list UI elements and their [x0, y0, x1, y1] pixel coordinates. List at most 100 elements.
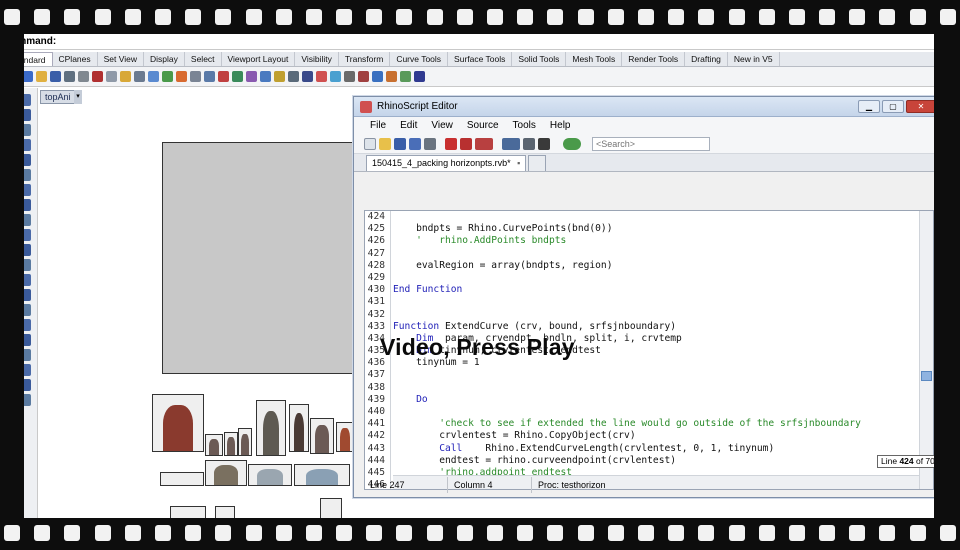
- toolbar-tool-icon[interactable]: [260, 71, 271, 82]
- code-line[interactable]: 431: [368, 296, 919, 308]
- code-line[interactable]: 427: [368, 248, 919, 260]
- main-tab-visibility[interactable]: Visibility: [295, 52, 339, 66]
- main-tab-select[interactable]: Select: [185, 52, 222, 66]
- toolbar-tool-icon[interactable]: [134, 71, 145, 82]
- film-perforation: [879, 9, 896, 25]
- code-line[interactable]: 430 End Function: [368, 284, 919, 296]
- film-perforation: [728, 525, 745, 541]
- cut-icon[interactable]: [445, 137, 457, 150]
- toolbar-tool-icon[interactable]: [330, 71, 341, 82]
- plugin-icon[interactable]: [563, 137, 581, 150]
- toolbar-tool-icon[interactable]: [176, 71, 187, 82]
- code-line[interactable]: 439 Do: [368, 394, 919, 406]
- paste-icon[interactable]: [475, 137, 493, 150]
- menu-tools[interactable]: Tools: [513, 120, 536, 131]
- image-thumbnail: [205, 434, 223, 456]
- toolbar-tool-icon[interactable]: [358, 71, 369, 82]
- main-tab-set-view[interactable]: Set View: [98, 52, 145, 66]
- tab-close-icon[interactable]: ▪: [517, 158, 520, 168]
- menu-view[interactable]: View: [431, 120, 453, 131]
- indent-icon[interactable]: [523, 137, 535, 150]
- toolbar-tool-icon[interactable]: [400, 71, 411, 82]
- find-icon[interactable]: [502, 137, 520, 150]
- code-line[interactable]: 425 bndpts = Rhino.CurvePoints(bnd(0)): [368, 223, 919, 235]
- main-tab-drafting[interactable]: Drafting: [685, 52, 728, 66]
- vertical-scrollbar[interactable]: [919, 211, 933, 489]
- main-tab-render-tools[interactable]: Render Tools: [622, 52, 686, 66]
- video-overlay-caption[interactable]: Video, Press Play: [380, 334, 575, 361]
- code-line[interactable]: 441 'check to see if extended the line w…: [368, 418, 919, 430]
- main-tab-cplanes[interactable]: CPlanes: [53, 52, 98, 66]
- toolbar-tool-icon[interactable]: [246, 71, 257, 82]
- toolbar-tool-icon[interactable]: [120, 71, 131, 82]
- viewport-menu-arrow-icon[interactable]: ▾: [74, 90, 82, 104]
- toolbar-tool-icon[interactable]: [386, 71, 397, 82]
- code-line[interactable]: 437: [368, 369, 919, 381]
- code-line[interactable]: 438: [368, 382, 919, 394]
- film-strip-top: [0, 0, 960, 34]
- menu-help[interactable]: Help: [550, 120, 571, 131]
- menu-source[interactable]: Source: [467, 120, 499, 131]
- close-button[interactable]: ✕: [906, 100, 936, 113]
- command-bar[interactable]: Command:: [0, 34, 960, 50]
- print-icon[interactable]: [424, 137, 436, 150]
- toolbar-tool-icon[interactable]: [64, 71, 75, 82]
- toolbar-tool-icon[interactable]: [274, 71, 285, 82]
- toolbar-tool-icon[interactable]: [36, 71, 47, 82]
- toolbar-tool-icon[interactable]: [50, 71, 61, 82]
- code-line[interactable]: 426 ' rhino.AddPoints bndpts: [368, 235, 919, 247]
- code-line[interactable]: 444 endtest = rhino.curveendpoint(crvlen…: [368, 455, 919, 467]
- copy-icon[interactable]: [460, 137, 472, 150]
- viewport-tab-topani[interactable]: topAni: [40, 90, 76, 104]
- main-tab-new-in-v5[interactable]: New in V5: [728, 52, 780, 66]
- code-line[interactable]: 442 crvlentest = Rhino.CopyObject(crv): [368, 430, 919, 442]
- code-line[interactable]: 432: [368, 309, 919, 321]
- file-tab-active[interactable]: 150415_4_packing horizonpts.rvb* ▪: [366, 155, 527, 171]
- toolbar-tool-icon[interactable]: [162, 71, 173, 82]
- toolbar-tool-icon[interactable]: [288, 71, 299, 82]
- editor-menu-bar: File Edit View Source Tools Help: [354, 117, 942, 134]
- toolbar-tool-icon[interactable]: [218, 71, 229, 82]
- minimize-button[interactable]: ▁: [858, 100, 880, 113]
- toolbar-tool-icon[interactable]: [92, 71, 103, 82]
- toolbar-tool-icon[interactable]: [204, 71, 215, 82]
- main-tab-curve-tools[interactable]: Curve Tools: [390, 52, 449, 66]
- code-line[interactable]: 428 evalRegion = array(bndpts, region): [368, 260, 919, 272]
- new-tab-button[interactable]: [528, 155, 547, 171]
- main-tab-transform[interactable]: Transform: [339, 52, 391, 66]
- outdent-icon[interactable]: [538, 137, 550, 150]
- toolbar-tool-icon[interactable]: [78, 71, 89, 82]
- toolbar-tool-icon[interactable]: [106, 71, 117, 82]
- main-tab-mesh-tools[interactable]: Mesh Tools: [566, 52, 623, 66]
- editor-search-input[interactable]: [592, 136, 710, 151]
- menu-file[interactable]: File: [370, 120, 386, 131]
- menu-edit[interactable]: Edit: [400, 120, 417, 131]
- toolbar-tool-icon[interactable]: [148, 71, 159, 82]
- save-all-icon[interactable]: [409, 137, 421, 150]
- main-tab-display[interactable]: Display: [144, 52, 185, 66]
- toolbar-tool-icon[interactable]: [190, 71, 201, 82]
- code-line[interactable]: 443 Call Rhino.ExtendCurveLength(crvlent…: [368, 443, 919, 455]
- toolbar-tool-icon[interactable]: [316, 71, 327, 82]
- main-tab-viewport-layout[interactable]: Viewport Layout: [222, 52, 296, 66]
- code-line[interactable]: 440: [368, 406, 919, 418]
- film-perforation: [849, 525, 866, 541]
- code-line[interactable]: 424: [368, 211, 919, 223]
- main-tab-surface-tools[interactable]: Surface Tools: [448, 52, 513, 66]
- open-folder-icon[interactable]: [379, 137, 391, 150]
- code-line[interactable]: 433 Function ExtendCurve (crv, bound, srf…: [368, 321, 919, 333]
- editor-title-bar[interactable]: RhinoScript Editor ▁ ▢ ✕: [354, 97, 942, 117]
- code-line[interactable]: 429: [368, 272, 919, 284]
- maximize-button[interactable]: ▢: [882, 100, 904, 113]
- vertical-scroll-thumb[interactable]: [921, 371, 932, 381]
- film-perforation: [94, 9, 111, 25]
- toolbar-tool-icon[interactable]: [372, 71, 383, 82]
- toolbar-tool-icon[interactable]: [344, 71, 355, 82]
- toolbar-tool-icon[interactable]: [302, 71, 313, 82]
- toolbar-tool-icon[interactable]: [232, 71, 243, 82]
- main-tab-solid-tools[interactable]: Solid Tools: [512, 52, 567, 66]
- new-file-icon[interactable]: [364, 137, 376, 150]
- save-icon[interactable]: [394, 137, 406, 150]
- toolbar-tool-icon[interactable]: [414, 71, 425, 82]
- film-perforation: [637, 9, 654, 25]
